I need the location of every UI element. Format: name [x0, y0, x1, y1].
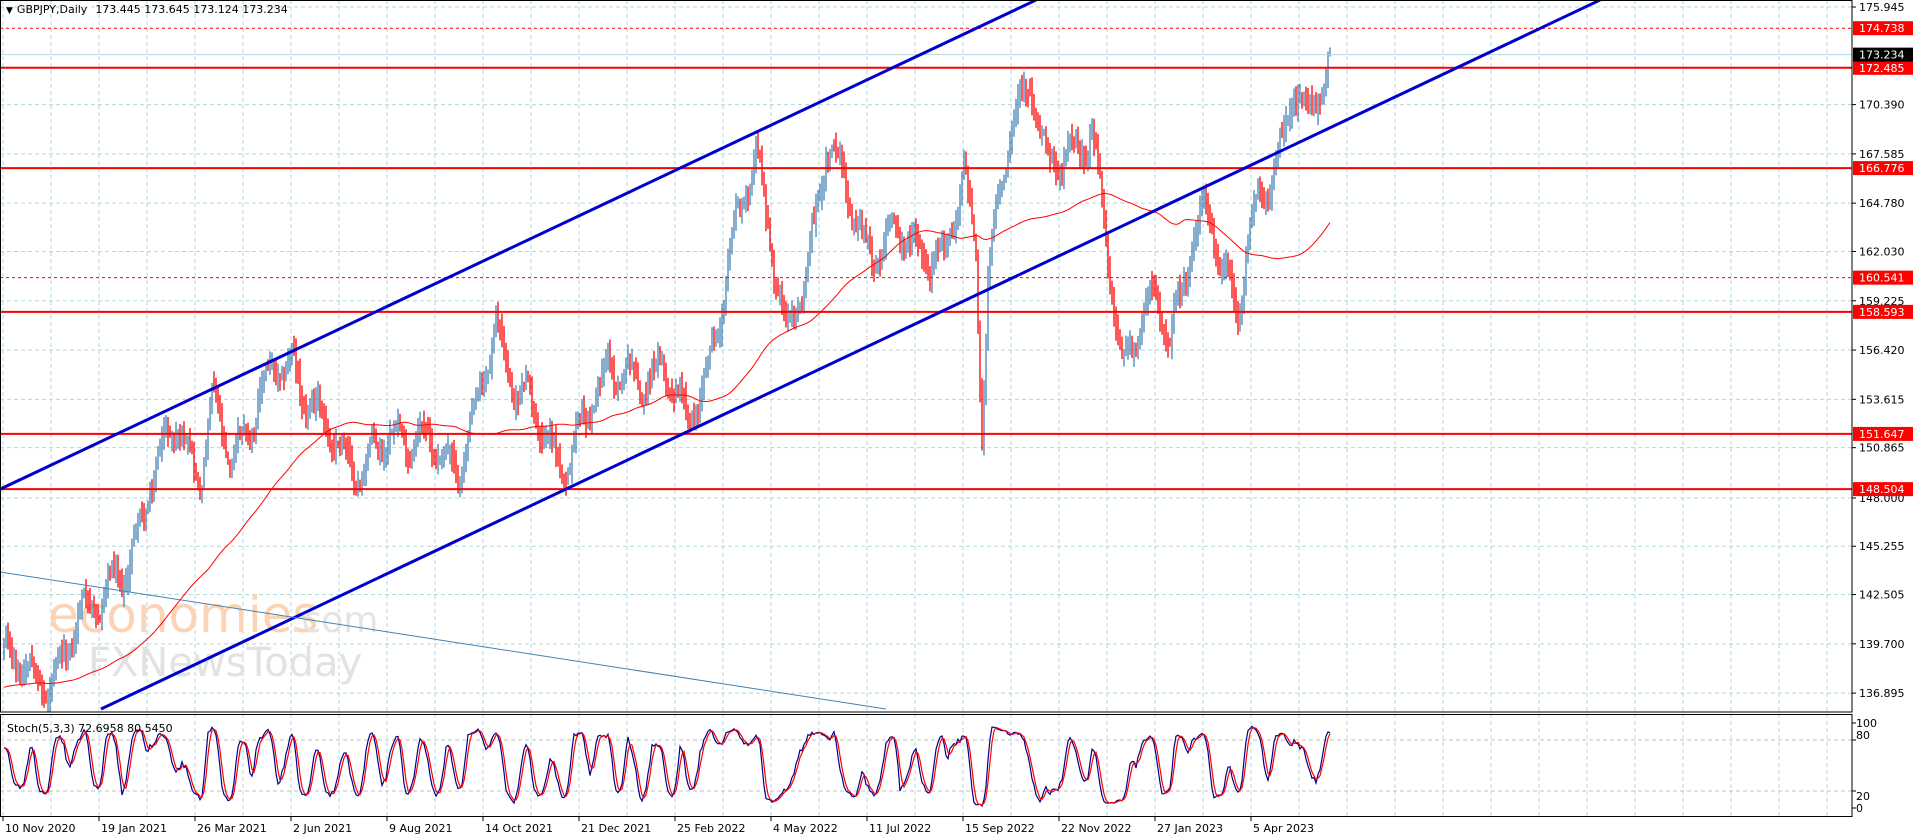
x-tick-label: 5 Apr 2023 [1253, 822, 1314, 835]
level-price-label: 158.593 [1859, 306, 1905, 319]
y-tick-label: 167.585 [1859, 148, 1905, 161]
y-tick-label: 164.780 [1859, 197, 1905, 210]
level-price-label: 148.504 [1859, 483, 1905, 496]
y-tick-label: 162.030 [1859, 245, 1905, 258]
x-tick-label: 4 May 2022 [773, 822, 838, 835]
y-tick-label: 153.615 [1859, 393, 1905, 406]
stoch-level-label: 0 [1856, 802, 1863, 815]
y-tick-label: 175.945 [1859, 1, 1905, 14]
x-tick-label: 26 Mar 2021 [197, 822, 267, 835]
x-tick-label: 15 Sep 2022 [965, 822, 1035, 835]
x-tick-label: 19 Jan 2021 [101, 822, 167, 835]
x-tick-label: 14 Oct 2021 [485, 822, 553, 835]
level-price-label: 151.647 [1859, 428, 1905, 441]
x-tick-label: 22 Nov 2022 [1061, 822, 1131, 835]
x-tick-label: 10 Nov 2020 [5, 822, 75, 835]
watermark-dotcom: .com [290, 600, 378, 641]
x-tick-label: 27 Jan 2023 [1157, 822, 1223, 835]
dropdown-arrow-icon[interactable]: ▼ [6, 6, 13, 16]
y-tick-label: 139.700 [1859, 638, 1905, 651]
stoch-level-label: 80 [1856, 729, 1870, 742]
ohlc-values: 173.445 173.645 173.124 173.234 [95, 3, 287, 16]
symbol-timeframe: GBPJPY,Daily [17, 3, 88, 16]
x-tick-label: 9 Aug 2021 [389, 822, 452, 835]
chart-header: ▼ GBPJPY,Daily 173.445 173.645 173.124 173… [6, 3, 288, 16]
level-price-label: 172.485 [1859, 62, 1905, 75]
x-tick-label: 11 Jul 2022 [869, 822, 931, 835]
y-tick-label: 145.255 [1859, 540, 1905, 553]
watermark-fxnewstoday: FXNewsToday [88, 640, 362, 686]
y-tick-label: 136.895 [1859, 687, 1905, 700]
level-price-label: 174.738 [1859, 22, 1905, 35]
y-tick-label: 156.420 [1859, 344, 1905, 357]
stoch-label: Stoch(5,3,3) 72.6958 80.5450 [7, 722, 173, 735]
x-tick-label: 25 Feb 2022 [677, 822, 745, 835]
y-tick-label: 170.390 [1859, 99, 1905, 112]
last-price-label: 173.234 [1859, 49, 1905, 62]
x-tick-label: 2 Jun 2021 [293, 822, 352, 835]
x-tick-label: 21 Dec 2021 [581, 822, 651, 835]
price-chart[interactable]: economies.comFXNewsToday175.945170.39016… [0, 0, 1916, 840]
level-price-label: 160.541 [1859, 272, 1905, 285]
y-tick-label: 142.505 [1859, 589, 1905, 602]
level-price-label: 166.776 [1859, 162, 1905, 175]
y-tick-label: 150.865 [1859, 442, 1905, 455]
